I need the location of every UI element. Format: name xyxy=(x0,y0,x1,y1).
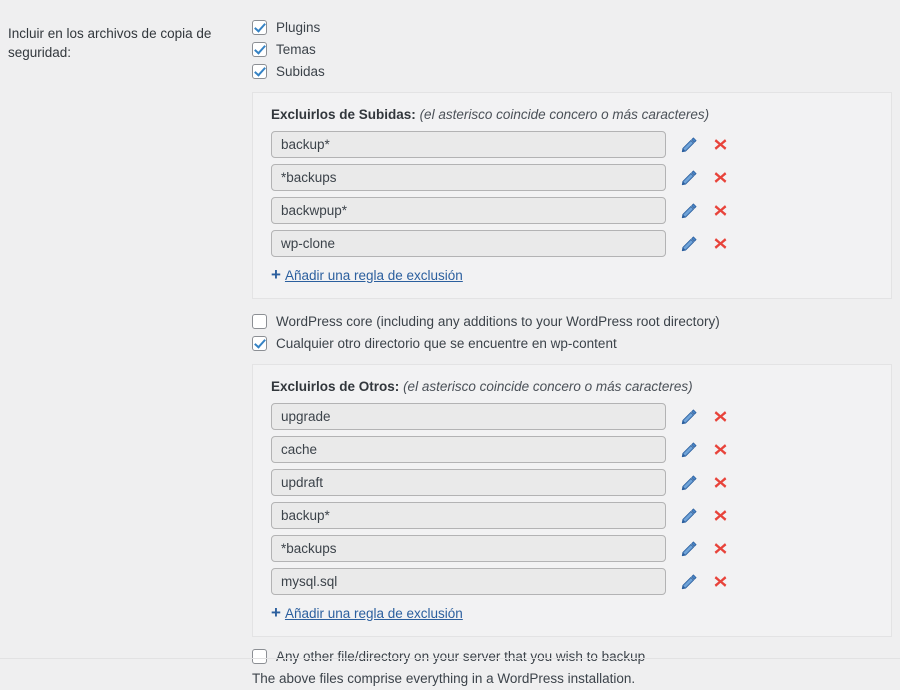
others-rule-input-2[interactable] xyxy=(271,469,666,496)
uploads-rule-input-2[interactable] xyxy=(271,197,666,224)
uploads-add-rule-link[interactable]: Añadir una regla de exclusión xyxy=(285,268,463,283)
footer-note: The above files comprise everything in a… xyxy=(252,671,636,686)
include-checkbox-0[interactable] xyxy=(252,20,267,35)
table-row xyxy=(271,164,873,191)
pencil-icon[interactable] xyxy=(680,169,698,187)
include-row-1[interactable]: Temas xyxy=(252,39,892,61)
table-row xyxy=(271,436,873,463)
plus-icon: + xyxy=(271,603,281,622)
x-icon[interactable] xyxy=(711,507,729,525)
bottom-checkbox-group: Any other file/directory on your server … xyxy=(252,646,892,668)
section-divider xyxy=(0,658,900,659)
others-add-rule-row[interactable]: + Añadir una regla de exclusión xyxy=(271,604,873,622)
include-other-files-row-0[interactable]: Any other file/directory on your server … xyxy=(252,646,892,668)
others-rule-input-3[interactable] xyxy=(271,502,666,529)
top-checkbox-group: Plugins Temas Subidas xyxy=(252,17,892,83)
others-panel-heading: Excluirlos de Otros: (el asterisco coinc… xyxy=(271,379,873,394)
include-extra-checkbox-1[interactable] xyxy=(252,336,267,351)
others-rule-list xyxy=(271,403,873,595)
mid-checkbox-group: WordPress core (including any additions … xyxy=(252,311,892,355)
others-rule-input-1[interactable] xyxy=(271,436,666,463)
include-checkbox-1[interactable] xyxy=(252,42,267,57)
include-checkbox-2[interactable] xyxy=(252,64,267,79)
others-panel-hint: (el asterisco coincide concero o más car… xyxy=(403,379,693,394)
x-icon[interactable] xyxy=(711,540,729,558)
uploads-rule-input-0[interactable] xyxy=(271,131,666,158)
x-icon[interactable] xyxy=(711,169,729,187)
pencil-icon[interactable] xyxy=(680,202,698,220)
x-icon[interactable] xyxy=(711,441,729,459)
include-other-files-label-0: Any other file/directory on your server … xyxy=(276,649,646,664)
x-icon[interactable] xyxy=(711,235,729,253)
others-add-rule-link[interactable]: Añadir una regla de exclusión xyxy=(285,606,463,621)
pencil-icon[interactable] xyxy=(680,441,698,459)
x-icon[interactable] xyxy=(711,573,729,591)
x-icon[interactable] xyxy=(711,474,729,492)
uploads-rule-list xyxy=(271,131,873,257)
x-icon[interactable] xyxy=(711,136,729,154)
x-icon[interactable] xyxy=(711,408,729,426)
table-row xyxy=(271,230,873,257)
include-other-files-checkbox-0[interactable] xyxy=(252,649,267,664)
others-rule-input-0[interactable] xyxy=(271,403,666,430)
uploads-rule-input-1[interactable] xyxy=(271,164,666,191)
uploads-add-rule-row[interactable]: + Añadir una regla de exclusión xyxy=(271,266,873,284)
others-panel-title: Excluirlos de Otros: xyxy=(271,379,400,394)
pencil-icon[interactable] xyxy=(680,408,698,426)
table-row xyxy=(271,568,873,595)
pencil-icon[interactable] xyxy=(680,507,698,525)
pencil-icon[interactable] xyxy=(680,136,698,154)
field-label: Incluir en los archivos de copia de segu… xyxy=(8,26,212,60)
table-row xyxy=(271,403,873,430)
include-label-0: Plugins xyxy=(276,20,321,35)
pencil-icon[interactable] xyxy=(680,540,698,558)
include-extra-checkbox-0[interactable] xyxy=(252,314,267,329)
table-row xyxy=(271,535,873,562)
plus-icon: + xyxy=(271,265,281,284)
pencil-icon[interactable] xyxy=(680,573,698,591)
others-rule-input-5[interactable] xyxy=(271,568,666,595)
uploads-panel-heading: Excluirlos de Subidas: (el asterisco coi… xyxy=(271,107,873,122)
include-label-2: Subidas xyxy=(276,64,325,79)
uploads-panel-hint: (el asterisco coincide concero o más car… xyxy=(419,107,710,122)
uploads-rule-input-3[interactable] xyxy=(271,230,666,257)
others-rule-input-4[interactable] xyxy=(271,535,666,562)
x-icon[interactable] xyxy=(711,202,729,220)
uploads-exclusion-panel: Excluirlos de Subidas: (el asterisco coi… xyxy=(252,92,892,299)
table-row xyxy=(271,502,873,529)
include-row-2[interactable]: Subidas xyxy=(252,61,892,83)
include-label-1: Temas xyxy=(276,42,316,57)
pencil-icon[interactable] xyxy=(680,235,698,253)
others-exclusion-panel: Excluirlos de Otros: (el asterisco coinc… xyxy=(252,364,892,637)
table-row xyxy=(271,469,873,496)
include-extra-label-0: WordPress core (including any additions … xyxy=(276,314,720,329)
pencil-icon[interactable] xyxy=(680,474,698,492)
uploads-panel-title: Excluirlos de Subidas: xyxy=(271,107,416,122)
include-extra-row-0[interactable]: WordPress core (including any additions … xyxy=(252,311,892,333)
table-row xyxy=(271,131,873,158)
include-extra-label-1: Cualquier otro directorio que se encuent… xyxy=(276,336,617,351)
settings-content-column: Plugins Temas Subidas Excluirlos de Subida… xyxy=(252,17,892,690)
backup-include-settings-row: Incluir en los archivos de copia de segu… xyxy=(0,0,900,686)
include-row-0[interactable]: Plugins xyxy=(252,17,892,39)
table-row xyxy=(271,197,873,224)
include-extra-row-1[interactable]: Cualquier otro directorio que se encuent… xyxy=(252,333,892,355)
